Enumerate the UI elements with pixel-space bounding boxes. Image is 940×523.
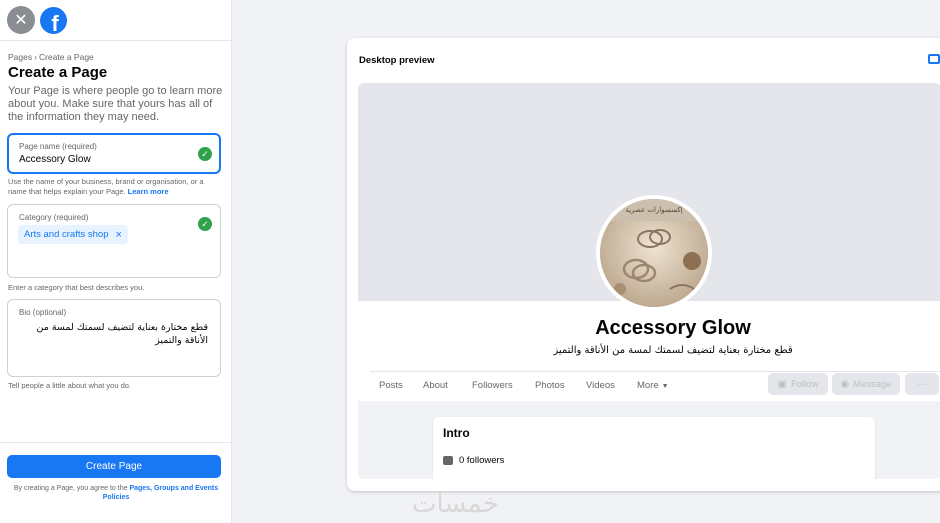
bio-label: Bio (optional) [19, 308, 67, 317]
avatar-image: إكسسوارات عصرية [600, 199, 708, 307]
followers-text: 0 followers [459, 455, 505, 466]
top-bar: ✕ f [0, 0, 231, 41]
breadcrumb: Pages › Create a Page [8, 52, 94, 62]
tab-followers[interactable]: Followers [472, 380, 513, 391]
tab-more-label: More [637, 380, 659, 391]
nav-divider [370, 371, 940, 372]
create-page-button[interactable]: Create Page [7, 455, 221, 478]
close-icon: ✕ [14, 12, 28, 29]
category-chip: Arts and crafts shop × [18, 225, 128, 244]
facebook-logo-icon[interactable]: f [40, 6, 67, 34]
message-label: Message [853, 378, 892, 390]
page-name-help-text: Use the name of your business, brand or … [8, 177, 204, 196]
breadcrumb-pages[interactable]: Pages [8, 52, 32, 62]
follow-icon: ▣ [777, 378, 787, 390]
messenger-icon: ◉ [840, 378, 850, 390]
footer-divider [0, 442, 231, 443]
bio-field[interactable]: Bio (optional) قطع مختارة بعناية لتضيف ل… [7, 299, 221, 377]
avatar-text: إكسسوارات عصرية [625, 206, 682, 214]
terms-prefix: By creating a Page, you agree to the [13, 485, 130, 492]
watermark: خمسات [412, 489, 499, 519]
tab-more[interactable]: More ▼ [637, 380, 669, 391]
follow-button[interactable]: ▣ Follow [768, 373, 828, 395]
category-chip-label: Arts and crafts shop [24, 229, 109, 240]
create-page-panel: ✕ f Pages › Create a Page Create a Page Yo… [0, 0, 232, 523]
category-label: Category (required) [19, 213, 89, 222]
category-help: Enter a category that best describes you… [8, 283, 145, 292]
close-button[interactable]: ✕ [7, 6, 35, 34]
bio-help: Tell people a little about what you do. [8, 381, 131, 390]
page-preview: إكسسوارات عصرية Accessory Glow قطع مختار… [358, 83, 940, 479]
breadcrumb-current: Create a Page [38, 52, 94, 62]
page-title: Create a Page [8, 64, 108, 81]
followers-count: 0 followers [443, 455, 504, 466]
follow-label: Follow [791, 378, 819, 390]
message-button[interactable]: ◉ Message [832, 373, 900, 395]
more-options-button[interactable]: ··· [905, 373, 939, 395]
preview-page-name: Accessory Glow [595, 317, 751, 339]
preview-title: Desktop preview [359, 55, 435, 66]
page-name-label: Page name (required) [19, 142, 97, 151]
intro-title: Intro [443, 426, 470, 440]
caret-down-icon: ▼ [661, 383, 669, 390]
page-name-help: Use the name of your business, brand or … [8, 177, 223, 197]
learn-more-link[interactable]: Learn more [128, 187, 169, 196]
desktop-icon[interactable] [928, 54, 940, 64]
valid-check-icon: ✓ [198, 217, 212, 231]
valid-check-icon: ✓ [198, 147, 212, 161]
category-field[interactable]: Category (required) Arts and crafts shop… [7, 204, 221, 278]
tab-about[interactable]: About [423, 380, 448, 391]
tab-posts[interactable]: Posts [379, 380, 403, 391]
bio-input[interactable]: قطع مختارة بعناية لتضيف لسمتك لمسة من ال… [18, 321, 209, 347]
tab-videos[interactable]: Videos [586, 380, 615, 391]
intro-card: Intro 0 followers [433, 417, 875, 479]
page-description: Your Page is where people go to learn mo… [8, 85, 223, 123]
tab-photos[interactable]: Photos [535, 380, 565, 391]
followers-icon [443, 456, 453, 465]
preview-page-bio: قطع مختارة بعناية لتضيف لسمتك لمسة من ال… [553, 345, 793, 356]
breadcrumb-separator: › [34, 52, 37, 62]
remove-chip-icon[interactable]: × [115, 229, 121, 241]
terms-text: By creating a Page, you agree to the Pag… [4, 484, 228, 502]
avatar: إكسسوارات عصرية [596, 195, 712, 311]
page-name-field[interactable]: Page name (required) Accessory Glow ✓ [7, 133, 221, 174]
page-name-input[interactable]: Accessory Glow [19, 154, 91, 165]
desktop-preview-card: Desktop preview إكسسوارات عصرية Accessor… [347, 38, 940, 491]
